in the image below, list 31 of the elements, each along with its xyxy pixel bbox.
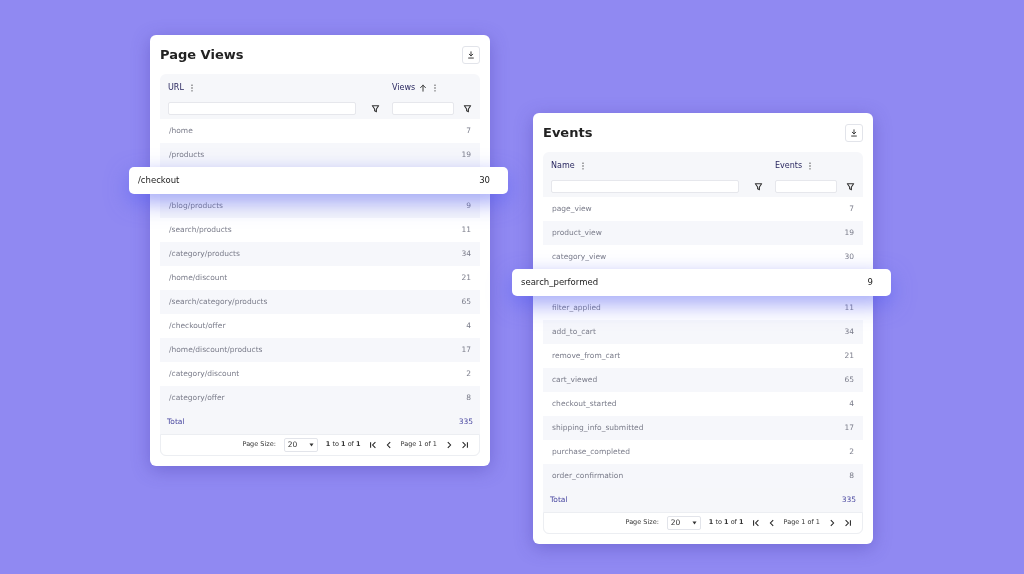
next-page-button[interactable] <box>828 518 836 527</box>
filter-field[interactable] <box>551 179 739 193</box>
previous-page-button[interactable] <box>767 518 776 527</box>
filter-icon[interactable] <box>463 103 472 113</box>
sort-up-icon[interactable] <box>419 83 428 92</box>
download-icon <box>850 128 858 137</box>
filter-field[interactable] <box>392 101 454 115</box>
filter-icon[interactable] <box>754 181 763 191</box>
filter-icon[interactable] <box>846 181 855 191</box>
filter-field[interactable] <box>775 179 837 193</box>
highlighted-row[interactable]: /checkout 30 <box>129 166 508 194</box>
filter-icon[interactable] <box>371 103 380 113</box>
first-page-button[interactable] <box>368 440 377 449</box>
caret-icon <box>308 442 314 447</box>
next-page-button[interactable] <box>445 440 453 449</box>
column-header[interactable]: URL <box>168 81 184 94</box>
download-button[interactable] <box>462 45 480 64</box>
panel-title: Events <box>543 124 593 142</box>
column-header[interactable]: Views <box>392 81 416 94</box>
download-icon <box>467 50 475 59</box>
first-page-button[interactable] <box>751 518 760 527</box>
caret-icon <box>691 520 697 525</box>
last-page-button[interactable] <box>844 518 852 527</box>
last-page-button[interactable] <box>461 440 469 449</box>
column-header[interactable]: Name <box>551 159 575 172</box>
filter-field[interactable] <box>168 101 356 115</box>
previous-page-button[interactable] <box>384 440 393 449</box>
column-header[interactable]: Events <box>775 159 803 172</box>
highlighted-row[interactable]: search_performed 9 <box>512 268 891 296</box>
download-button[interactable] <box>845 123 863 142</box>
panel-title: Page Views <box>160 46 244 64</box>
